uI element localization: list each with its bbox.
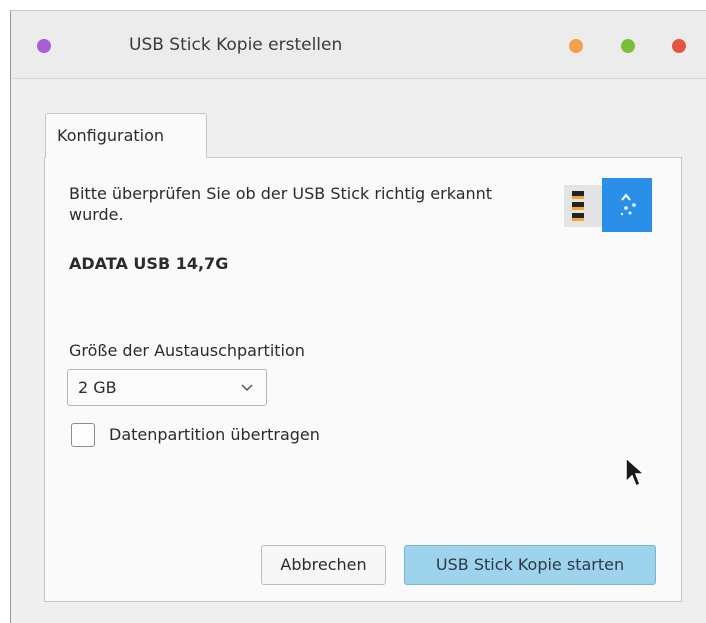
tab-konfiguration[interactable]: Konfiguration: [45, 113, 207, 158]
device-name: ADATA USB 14,7G: [69, 254, 229, 273]
cancel-button[interactable]: Abbrechen: [261, 545, 386, 585]
start-copy-button[interactable]: USB Stick Kopie starten: [404, 545, 656, 585]
swap-size-label: Größe der Austauschpartition: [69, 341, 305, 360]
swap-size-select[interactable]: 2 GB: [67, 369, 267, 406]
minimize-button[interactable]: [569, 39, 583, 53]
mouse-cursor-icon: [625, 456, 646, 488]
tab-label: Konfiguration: [57, 126, 165, 145]
maximize-button[interactable]: [621, 39, 635, 53]
window-title: USB Stick Kopie erstellen: [129, 35, 343, 55]
configuration-panel: Bitte überprüfen Sie ob der USB Stick ri…: [44, 157, 682, 602]
usb-stick-icon: [564, 178, 652, 232]
window-menu-button[interactable]: [37, 39, 51, 53]
data-partition-checkbox[interactable]: [71, 423, 95, 447]
dialog-window: USB Stick Kopie erstellen Konfiguration …: [10, 10, 706, 623]
close-button[interactable]: [672, 39, 686, 53]
title-bar[interactable]: USB Stick Kopie erstellen: [11, 11, 706, 79]
chevron-down-icon: [241, 384, 253, 392]
info-text: Bitte überprüfen Sie ob der USB Stick ri…: [69, 184, 493, 224]
swap-size-value: 2 GB: [78, 378, 117, 397]
data-partition-label[interactable]: Datenpartition übertragen: [109, 425, 320, 444]
